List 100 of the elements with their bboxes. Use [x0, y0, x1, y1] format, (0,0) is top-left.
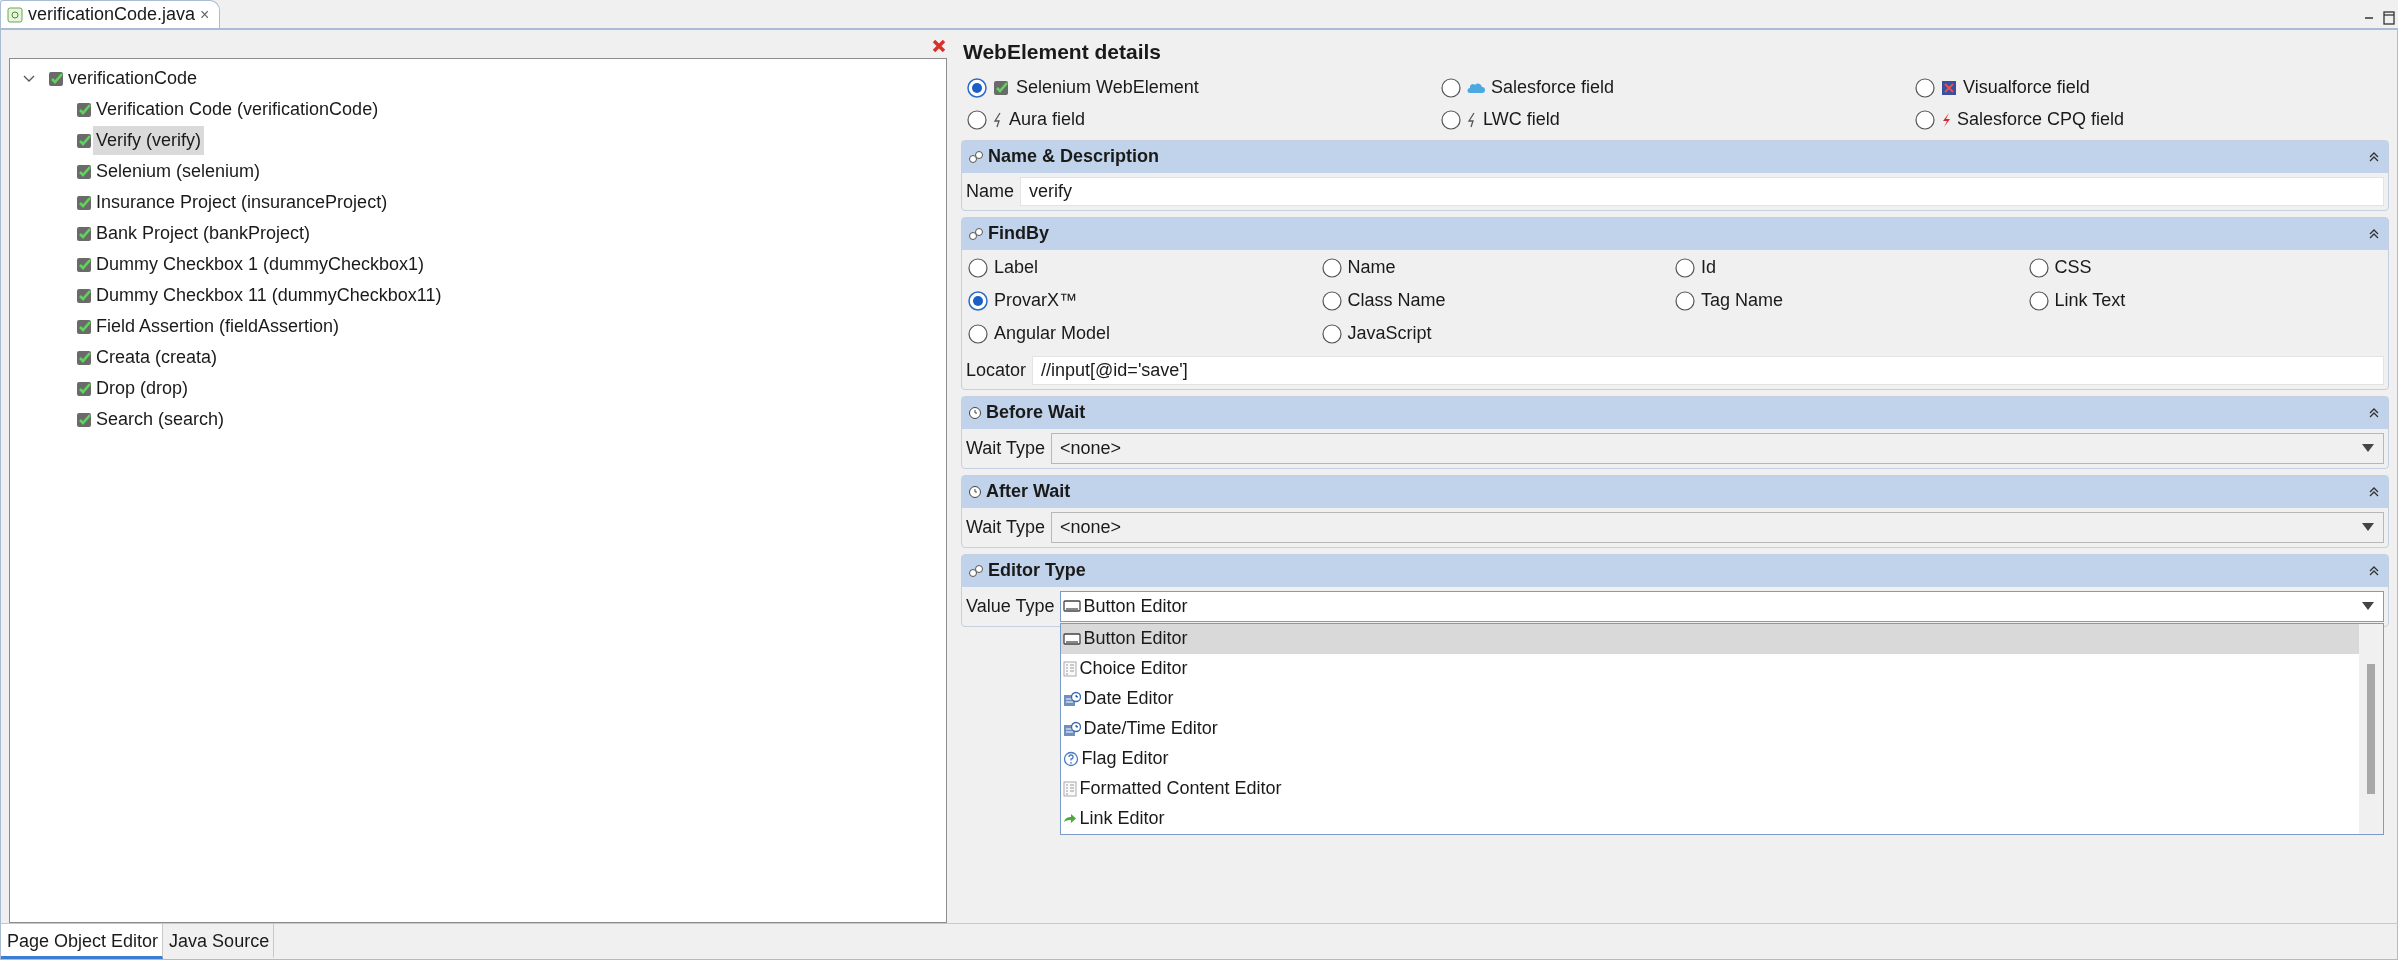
- section-header[interactable]: FindBy: [962, 217, 2388, 250]
- dropdown-option[interactable]: Formatted Content Editor: [1061, 773, 2359, 804]
- checkbox-icon: [76, 225, 93, 242]
- radio-button[interactable]: [1915, 109, 1935, 130]
- wait-type-dropdown[interactable]: <none>: [1051, 432, 2384, 464]
- section-header[interactable]: Editor Type: [962, 554, 2388, 587]
- dropdown-option[interactable]: Link Editor: [1061, 803, 2359, 834]
- dropdown-value: <none>: [1060, 515, 1122, 539]
- section-title: Editor Type: [988, 559, 1086, 582]
- option-label: CSS: [2054, 256, 2092, 279]
- scrollbar[interactable]: [2359, 623, 2383, 834]
- dropdown-option[interactable]: Flag Editor: [1061, 743, 2359, 774]
- section-title: Name & Description: [988, 145, 1160, 168]
- section-header[interactable]: Before Wait: [962, 396, 2388, 429]
- option-label: Id: [1701, 256, 1716, 279]
- java-file-icon: [7, 6, 23, 23]
- locator-field[interactable]: //input[@id='save']: [1032, 355, 2384, 385]
- section-title: After Wait: [986, 480, 1071, 503]
- radio-button[interactable]: [968, 290, 988, 311]
- dropdown-option[interactable]: Date Editor: [1061, 683, 2359, 714]
- tree-item[interactable]: Verification Code (verificationCode): [93, 95, 382, 124]
- tree-item[interactable]: Drop (drop): [93, 374, 192, 403]
- option-label: Class Name: [1347, 289, 1446, 312]
- checkbox-icon: [76, 287, 93, 304]
- option-label: Flag Editor: [1081, 747, 1169, 770]
- option-label: Date/Time Editor: [1083, 717, 1218, 740]
- option-label: Date Editor: [1083, 687, 1174, 710]
- checkbox-icon: [48, 70, 65, 87]
- tree-item[interactable]: Verify (verify): [93, 126, 204, 155]
- dropdown-option[interactable]: Choice Editor: [1061, 653, 2359, 684]
- section-header[interactable]: After Wait: [962, 475, 2388, 508]
- radio-button[interactable]: [1441, 77, 1461, 98]
- checkbox-icon: [76, 380, 93, 397]
- radio-button[interactable]: [2028, 257, 2049, 278]
- tab-label: verificationCode.java: [28, 3, 196, 26]
- collapse-icon: [2368, 485, 2380, 498]
- option-label: Visualforce field: [1963, 76, 2090, 99]
- collapse-icon: [2368, 227, 2380, 240]
- option-label: Label: [994, 256, 1039, 279]
- dropdown-option[interactable]: Date/Time Editor: [1061, 713, 2359, 744]
- crossed-square-icon: [1941, 79, 1957, 96]
- section-header[interactable]: Name & Description: [962, 140, 2388, 173]
- checkbox-icon: [76, 349, 93, 366]
- caret-icon: [2361, 522, 2375, 532]
- field-label: Wait Type: [966, 436, 1046, 460]
- field-label: Wait Type: [966, 515, 1046, 539]
- checkbox-icon: [76, 318, 93, 335]
- option-label: ProvarX™: [994, 289, 1078, 312]
- option-label: Aura field: [1009, 108, 1086, 131]
- wait-type-dropdown[interactable]: <none>: [1051, 511, 2384, 543]
- radio-button[interactable]: [1321, 257, 1342, 278]
- option-label: Angular Model: [994, 322, 1111, 345]
- value-type-dropdown[interactable]: Button Editor: [1060, 590, 2384, 622]
- checkbox-icon: [76, 163, 93, 180]
- radio-button[interactable]: [1321, 290, 1342, 311]
- radio-button[interactable]: [1675, 257, 1695, 278]
- option-label: Button Editor: [1083, 627, 1188, 650]
- name-field[interactable]: verify: [1020, 176, 2384, 206]
- radio-button[interactable]: [968, 323, 988, 344]
- option-label: Salesforce CPQ field: [1957, 108, 2125, 131]
- tree-item[interactable]: Insurance Project (insuranceProject): [93, 188, 391, 217]
- clock-icon: [968, 484, 982, 499]
- radio-button[interactable]: [967, 109, 987, 130]
- details-title: WebElement details: [963, 39, 1162, 65]
- scrollbar-thumb[interactable]: [2367, 663, 2375, 794]
- calendar-clock-icon: [1063, 720, 1082, 737]
- lightning-icon: [1467, 111, 1477, 128]
- tree-item[interactable]: Bank Project (bankProject): [93, 219, 314, 248]
- checkbox-icon: [993, 79, 1010, 96]
- radio-button[interactable]: [1675, 290, 1695, 311]
- dropdown-value: <none>: [1060, 436, 1122, 460]
- checkbox-icon: [76, 256, 93, 273]
- editor-tab[interactable]: Page Object Editor: [1, 924, 164, 959]
- editor-tab[interactable]: verificationCode.java ×: [0, 0, 221, 28]
- tree-item[interactable]: Selenium (selenium): [93, 157, 264, 186]
- tree-item[interactable]: Field Assertion (fieldAssertion): [93, 312, 343, 341]
- tree-item[interactable]: Search (search): [93, 405, 228, 434]
- radio-button[interactable]: [1321, 323, 1342, 344]
- option-label: Salesforce field: [1491, 76, 1615, 99]
- section-title: FindBy: [988, 222, 1049, 245]
- radio-button[interactable]: [968, 257, 988, 278]
- dropdown-option[interactable]: Button Editor: [1061, 623, 2359, 654]
- tree-item[interactable]: Creata (creata): [93, 343, 221, 372]
- radio-button[interactable]: [1441, 109, 1461, 130]
- field-label: Name: [966, 179, 1014, 203]
- tree-item[interactable]: verificationCode: [65, 64, 201, 93]
- collapse-icon: [2368, 406, 2380, 419]
- button-icon: [1063, 599, 1082, 613]
- tree-item[interactable]: Dummy Checkbox 11 (dummyCheckbox11): [93, 281, 445, 310]
- tree-item[interactable]: Dummy Checkbox 1 (dummyCheckbox1): [93, 250, 428, 279]
- radio-button[interactable]: [967, 77, 987, 98]
- collapse-icon: [2368, 150, 2380, 163]
- radio-button[interactable]: [2028, 290, 2049, 311]
- radio-button[interactable]: [1915, 77, 1935, 98]
- delete-icon[interactable]: [931, 38, 947, 54]
- lightning-icon: [993, 111, 1003, 128]
- close-button[interactable]: ×: [200, 2, 210, 27]
- checkbox-icon: [76, 411, 93, 428]
- option-label: Link Text: [2054, 289, 2126, 312]
- caret-icon: [2361, 443, 2375, 453]
